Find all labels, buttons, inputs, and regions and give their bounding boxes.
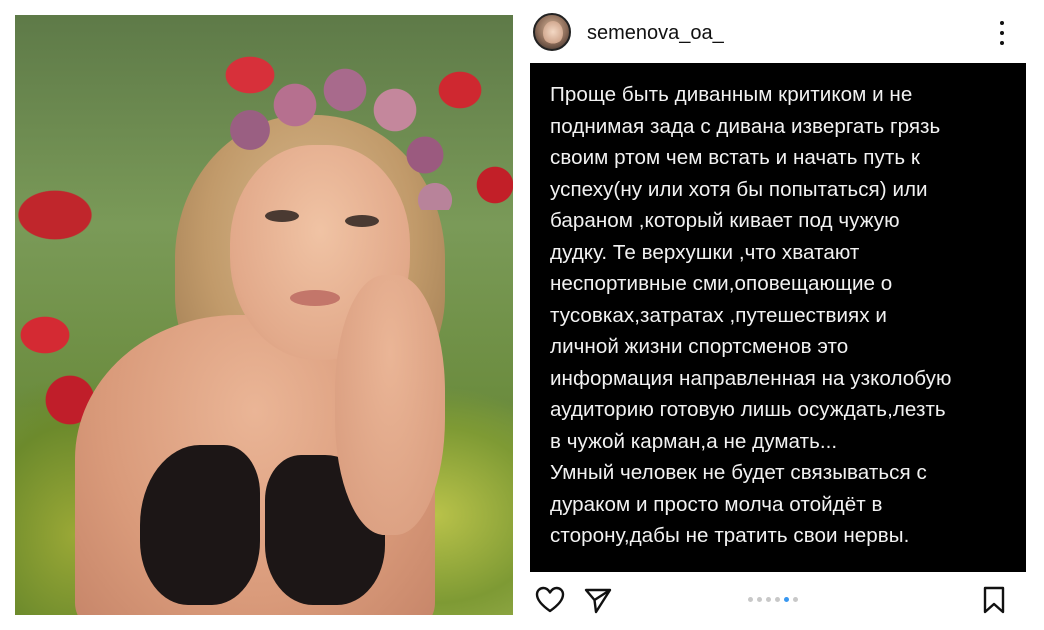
post-photo[interactable] — [15, 15, 513, 615]
carousel-dot — [748, 597, 753, 602]
paper-plane-icon[interactable] — [582, 584, 614, 616]
username-link[interactable]: semenova_oa_ — [587, 22, 724, 45]
carousel-dot — [775, 597, 780, 602]
photo-eye-left — [265, 210, 299, 222]
post-header: semenova_oa_ — [530, 10, 1028, 56]
post-slide-text: Проще быть диванным критиком и не подним… — [550, 83, 952, 547]
photo-eye-right — [345, 215, 379, 227]
carousel-indicator — [748, 597, 798, 602]
carousel-dot — [757, 597, 762, 602]
text-slide-panel[interactable]: Проще быть диванным критиком и не подним… — [530, 63, 1026, 572]
carousel-dot-active — [784, 597, 789, 602]
carousel-dot — [766, 597, 771, 602]
profile-avatar[interactable] — [533, 13, 571, 51]
flower-wreath — [210, 60, 460, 210]
bookmark-icon[interactable] — [978, 584, 1010, 616]
heart-icon[interactable] — [534, 584, 566, 616]
photo-clothing-left — [140, 445, 260, 605]
photo-lips — [290, 290, 340, 306]
post-action-bar — [530, 580, 1028, 620]
more-options-icon[interactable] — [994, 19, 1010, 47]
carousel-dot — [793, 597, 798, 602]
photo-hand — [335, 275, 445, 535]
